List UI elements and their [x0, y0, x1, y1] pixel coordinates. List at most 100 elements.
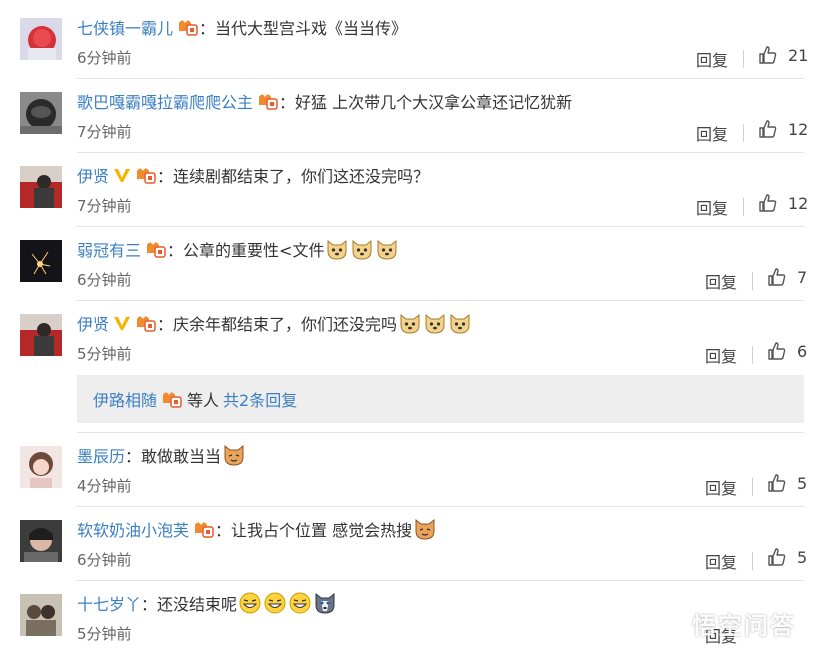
comment-time: 6分钟前 [77, 49, 132, 67]
like-button[interactable]: 5 [767, 473, 807, 493]
like-button[interactable]: 5 [767, 547, 807, 567]
colon: ： [141, 595, 158, 614]
comment-divider [77, 300, 804, 301]
comment-author[interactable]: 伊贤 [77, 163, 109, 187]
thumbs-up-icon [768, 548, 786, 566]
action-divider [743, 124, 744, 142]
action-divider [752, 478, 753, 496]
comment-text: 好猛 上次带几个大汉拿公章还记忆犹新 [295, 93, 573, 112]
comment-time: 6分钟前 [77, 271, 132, 289]
comment-author[interactable]: 弱冠有三 [77, 237, 141, 261]
action-divider [743, 198, 744, 216]
like-button[interactable]: 6 [767, 341, 807, 361]
reply-button[interactable]: 回复 [705, 343, 737, 367]
action-divider [752, 272, 753, 290]
avatar[interactable] [20, 446, 62, 488]
comment-author[interactable]: 七侠镇一霸儿 [77, 15, 173, 39]
comment-author[interactable]: 墨辰历 [77, 443, 125, 467]
comment-text: 当代大型宫斗戏《当当传》 [215, 19, 408, 38]
avatar[interactable] [20, 92, 62, 134]
doge-emoji [398, 311, 422, 335]
member-badge-icon[interactable] [135, 165, 157, 185]
action-divider [752, 552, 753, 570]
reply-others-label: 等人 [187, 391, 220, 410]
grin-emoji [288, 591, 312, 615]
reply-author[interactable]: 伊路相随 [93, 387, 157, 411]
doge-emoji [448, 311, 472, 335]
comment-author[interactable]: 十七岁丫 [77, 591, 141, 615]
comment-divider [77, 506, 804, 507]
comment-author[interactable]: 歌巴嘎霸嘎拉霸爬爬公主 [77, 89, 253, 113]
like-button[interactable]: 12 [758, 193, 808, 213]
member-badge-icon[interactable] [161, 389, 183, 409]
reply-button[interactable]: 回复 [705, 549, 737, 573]
like-count: 5 [797, 547, 808, 567]
grin-emoji [263, 591, 287, 615]
member-badge-icon[interactable] [177, 17, 199, 37]
colon: ： [215, 521, 232, 540]
reply-button[interactable]: 回复 [705, 475, 737, 499]
cat-emoji [413, 517, 437, 541]
wukong-watermark: 悟空问答 [652, 606, 796, 641]
reply-count-link[interactable]: 共2条回复 [223, 387, 297, 411]
doge-emoji [423, 311, 447, 335]
comment-time: 7分钟前 [77, 197, 132, 215]
colon: ： [279, 93, 296, 112]
reply-button[interactable]: 回复 [696, 121, 728, 145]
avatar[interactable] [20, 240, 62, 282]
thumbs-up-icon [759, 46, 777, 64]
comment-divider [77, 152, 804, 153]
grin-emoji [238, 591, 262, 615]
action-divider [743, 50, 744, 68]
colon: ： [125, 447, 142, 466]
avatar[interactable] [20, 166, 62, 208]
colon: ： [199, 19, 216, 38]
colon: ： [167, 241, 184, 260]
comment-divider [77, 78, 804, 79]
like-count: 5 [797, 473, 808, 493]
reply-button[interactable]: 回复 [696, 195, 728, 219]
avatar[interactable] [20, 594, 62, 636]
thumbs-up-icon [768, 474, 786, 492]
comment-author[interactable]: 软软奶油小泡芙 [77, 517, 189, 541]
like-count: 12 [788, 193, 809, 213]
member-badge-icon[interactable] [135, 313, 157, 333]
comment-time: 5分钟前 [77, 345, 132, 363]
verified-v-icon [113, 314, 131, 332]
husky-emoji [313, 591, 337, 615]
member-badge-icon[interactable] [193, 519, 215, 539]
colon: ： [157, 167, 174, 186]
avatar[interactable] [20, 314, 62, 356]
like-button[interactable]: 12 [758, 119, 808, 139]
replies-summary[interactable]: 伊路相随 等人 共2条回复 [77, 375, 804, 423]
comment-divider [77, 226, 804, 227]
member-badge-icon[interactable] [145, 239, 167, 259]
comment-author[interactable]: 伊贤 [77, 311, 109, 335]
thumbs-up-icon [759, 194, 777, 212]
comment-text: 敢做敢当当 [141, 447, 222, 466]
comment-divider [77, 432, 804, 433]
reply-button[interactable]: 回复 [705, 269, 737, 293]
doge-emoji [325, 237, 349, 261]
comment-time: 4分钟前 [77, 477, 132, 495]
like-count: 21 [788, 45, 809, 65]
avatar[interactable] [20, 18, 62, 60]
comment-text: 庆余年都结束了，你们还没完吗 [173, 315, 398, 334]
wukong-logo [652, 607, 686, 640]
comment-text: 公章的重要性<文件 [183, 241, 325, 260]
like-button[interactable]: 21 [758, 45, 808, 65]
thumbs-up-icon [768, 342, 786, 360]
comment-text: 连续剧都结束了，你们这还没完吗？ [173, 167, 430, 186]
like-count: 6 [797, 341, 808, 361]
like-count: 7 [797, 267, 808, 287]
reply-button[interactable]: 回复 [696, 47, 728, 71]
comment-text: 还没结束呢 [157, 595, 238, 614]
cat-emoji [222, 443, 246, 467]
member-badge-icon[interactable] [257, 91, 279, 111]
thumbs-up-icon [759, 120, 777, 138]
avatar[interactable] [20, 520, 62, 562]
comment-time: 5分钟前 [77, 625, 132, 643]
thumbs-up-icon [768, 268, 786, 286]
doge-emoji [350, 237, 374, 261]
like-button[interactable]: 7 [767, 267, 807, 287]
